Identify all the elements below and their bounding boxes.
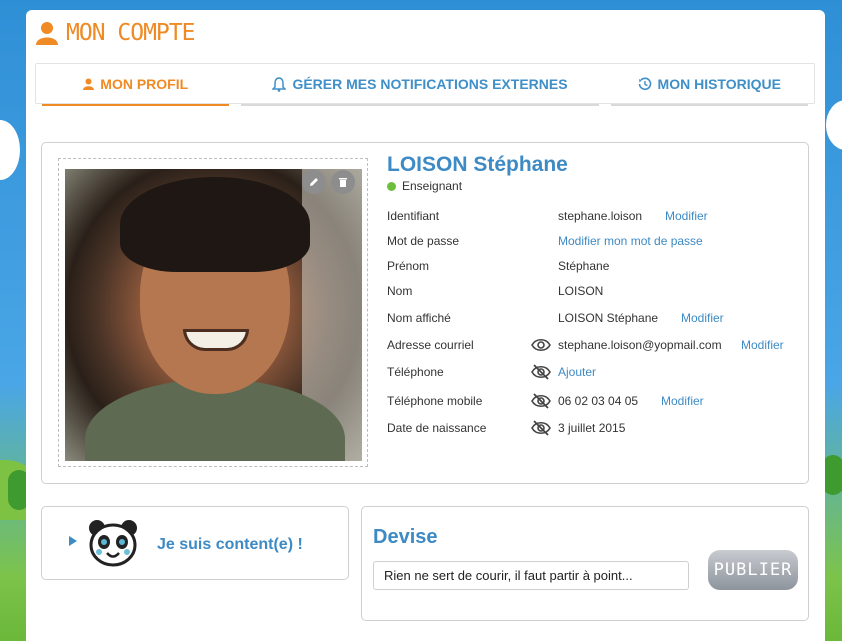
field-label: Téléphone — [387, 365, 444, 379]
field-value: stephane.loison — [558, 209, 643, 223]
add-telephone-link[interactable]: Ajouter — [558, 365, 596, 379]
devise-input[interactable] — [373, 561, 689, 590]
cloud-right — [826, 100, 842, 150]
page-title: MON COMPTE — [66, 20, 195, 46]
tab-label: MON PROFIL — [100, 76, 189, 92]
mood-text: Je suis content(e) ! — [157, 536, 303, 553]
user-role: Enseignant — [387, 179, 462, 193]
modify-identifiant-link[interactable]: Modifier — [665, 209, 708, 223]
tab-mon-profil[interactable]: MON PROFIL — [36, 64, 235, 106]
role-label: Enseignant — [402, 179, 463, 193]
field-date-naissance: Date de naissance 3 juillet 2015 — [387, 419, 807, 439]
tree-right — [822, 455, 842, 495]
trash-icon — [339, 178, 347, 187]
avatar — [65, 169, 362, 461]
devise-panel: Devise PUBLIER — [361, 506, 809, 621]
history-icon — [638, 77, 651, 91]
field-label: Nom affiché — [387, 311, 451, 325]
field-value: LOISON — [558, 284, 604, 298]
field-prenom: Prénom Stéphane — [387, 259, 807, 277]
field-mot-de-passe: Mot de passe Modifier mon mot de passe — [387, 234, 807, 252]
account-card: MON COMPTE MON PROFIL GÉRER MES NOTIFICA… — [26, 10, 825, 641]
field-telephone: Téléphone Ajouter — [387, 363, 807, 383]
field-identifiant: Identifiant stephane.loison Modifier — [387, 209, 807, 227]
field-value: 3 juillet 2015 — [558, 421, 626, 435]
publish-button[interactable]: PUBLIER — [708, 550, 798, 590]
edit-photo-button[interactable] — [302, 170, 326, 194]
eye-slash-icon[interactable] — [531, 363, 551, 381]
status-dot — [387, 181, 396, 191]
profile-panel: LOISON Stéphane Enseignant Identifiant s… — [41, 142, 809, 484]
field-label: Nom — [387, 284, 413, 298]
tab-label: GÉRER MES NOTIFICATIONS EXTERNES — [292, 76, 568, 92]
pencil-icon — [310, 178, 318, 186]
eye-slash-icon[interactable] — [531, 392, 551, 410]
devise-title: Devise — [373, 526, 438, 548]
caret-right-icon — [69, 536, 77, 546]
field-adresse-courriel: Adresse courriel stephane.loison@yopmail… — [387, 338, 807, 356]
modify-email-link[interactable]: Modifier — [741, 338, 784, 352]
user-name: LOISON Stéphane — [387, 153, 568, 176]
field-telephone-mobile: Téléphone mobile 06 02 03 04 05 Modifier — [387, 392, 807, 412]
eye-icon[interactable] — [531, 336, 551, 354]
modify-mobile-link[interactable]: Modifier — [661, 394, 704, 408]
tab-notifications[interactable]: GÉRER MES NOTIFICATIONS EXTERNES — [235, 64, 604, 106]
tab-bar: MON PROFIL GÉRER MES NOTIFICATIONS EXTER… — [35, 63, 815, 106]
cloud-left — [0, 120, 20, 180]
field-value: Stéphane — [558, 259, 610, 273]
modify-password-link[interactable]: Modifier mon mot de passe — [558, 234, 703, 248]
field-value: LOISON Stéphane — [558, 311, 659, 325]
user-icon — [83, 78, 95, 90]
field-label: Téléphone mobile — [387, 394, 483, 408]
modify-nom-affiche-link[interactable]: Modifier — [681, 311, 724, 325]
panda-icon — [87, 518, 139, 568]
tab-historique[interactable]: MON HISTORIQUE — [605, 64, 814, 106]
field-value: stephane.loison@yopmail.com — [558, 338, 722, 352]
eye-slash-icon[interactable] — [531, 419, 551, 437]
field-label: Adresse courriel — [387, 338, 474, 352]
bell-icon — [272, 76, 287, 92]
field-label: Mot de passe — [387, 234, 460, 248]
field-label: Identifiant — [387, 209, 440, 223]
delete-photo-button[interactable] — [331, 170, 355, 194]
mood-panel[interactable]: Je suis content(e) ! — [41, 506, 349, 580]
field-value: 06 02 03 04 05 — [558, 394, 639, 408]
field-nom-affiche: Nom affiché LOISON Stéphane Modifier — [387, 311, 807, 329]
field-label: Prénom — [387, 259, 430, 273]
tab-label: MON HISTORIQUE — [657, 76, 781, 92]
field-label: Date de naissance — [387, 421, 487, 435]
avatar-frame — [58, 158, 368, 467]
page-header: MON COMPTE — [36, 20, 195, 46]
field-nom: Nom LOISON — [387, 284, 807, 302]
user-icon — [36, 21, 58, 45]
